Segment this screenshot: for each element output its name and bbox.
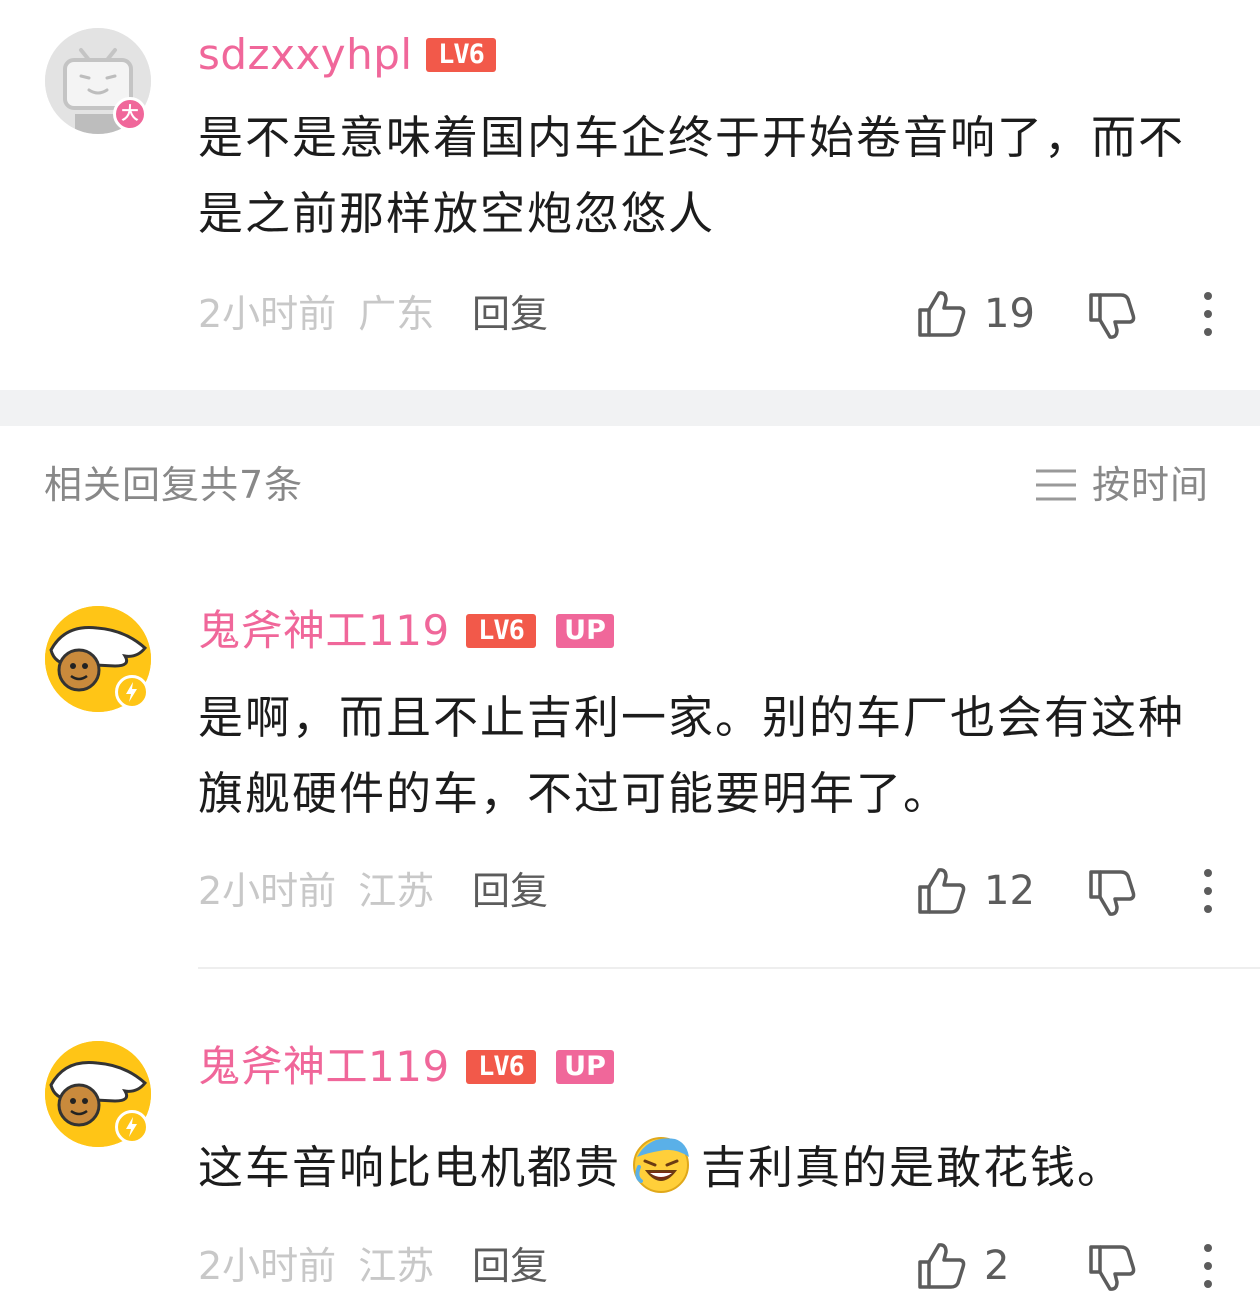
more-options-icon[interactable] bbox=[1196, 1240, 1220, 1292]
level-badge: LV6 bbox=[466, 614, 536, 648]
thumbs-down-icon[interactable] bbox=[1086, 290, 1138, 342]
up-badge-label: UP bbox=[564, 615, 606, 646]
comment-location: 江苏 bbox=[358, 1244, 435, 1288]
lightning-icon bbox=[126, 682, 137, 702]
lightning-badge bbox=[115, 675, 149, 709]
reply-button[interactable]: 回复 bbox=[472, 1241, 548, 1291]
vip-badge-label: 大 bbox=[121, 104, 139, 124]
lightning-icon bbox=[126, 1117, 137, 1137]
comment-meta: 2小时前 江苏 bbox=[198, 1241, 434, 1291]
lightning-badge bbox=[115, 1110, 149, 1144]
like-count: 2 bbox=[984, 1243, 1010, 1289]
comment-text-part: 吉利真的是敢花钱。 bbox=[701, 1141, 1125, 1194]
like-count: 19 bbox=[984, 291, 1035, 337]
level-badge-label: LV6 bbox=[438, 39, 485, 70]
vip-badge: 大 bbox=[113, 97, 147, 131]
level-badge-label: LV6 bbox=[478, 1051, 525, 1082]
up-badge-label: UP bbox=[564, 1051, 606, 1082]
reply-button[interactable]: 回复 bbox=[472, 866, 548, 916]
level-badge: LV6 bbox=[426, 38, 496, 72]
like-count: 12 bbox=[984, 868, 1035, 914]
level-badge-label: LV6 bbox=[478, 615, 525, 646]
comment-thread-page: 大 sdzxxyhpl LV6 是不是意味着国内车企终于开始卷音响了，而不是之前… bbox=[0, 0, 1260, 1299]
thumbs-down-icon[interactable] bbox=[1086, 867, 1138, 919]
comment-text: 是不是意味着国内车企终于开始卷音响了，而不是之前那样放空炮忽悠人 bbox=[198, 111, 1186, 240]
username[interactable]: 鬼斧神工119 bbox=[198, 1042, 450, 1092]
comment-meta: 2小时前 广东 bbox=[198, 289, 434, 339]
comment-text-part: 这车音响比电机都贵 bbox=[198, 1141, 622, 1194]
comment-time: 2小时前 bbox=[198, 869, 337, 913]
up-badge: UP bbox=[556, 1050, 614, 1084]
sort-label: 按时间 bbox=[1092, 463, 1210, 507]
related-replies-title: 相关回复共7条 bbox=[44, 463, 304, 507]
comment-location: 江苏 bbox=[358, 869, 435, 913]
username[interactable]: sdzxxyhpl bbox=[198, 30, 413, 80]
comment-text: 是啊，而且不止吉利一家。别的车厂也会有这种旗舰硬件的车，不过可能要明年了。 bbox=[198, 691, 1186, 820]
reply-button[interactable]: 回复 bbox=[472, 289, 548, 339]
thumbs-up-icon[interactable] bbox=[916, 865, 968, 917]
sort-lines-icon bbox=[1036, 469, 1076, 501]
sort-by-time-button[interactable]: 按时间 bbox=[1034, 460, 1224, 510]
section-separator bbox=[0, 390, 1260, 426]
comment-meta: 2小时前 江苏 bbox=[198, 866, 434, 916]
comment-time: 2小时前 bbox=[198, 292, 337, 336]
more-options-icon[interactable] bbox=[1196, 288, 1220, 340]
thumbs-up-icon[interactable] bbox=[916, 1240, 968, 1292]
comment-text: 这车音响比电机都贵 吉利真的是敢花钱。 bbox=[198, 1130, 1228, 1206]
username[interactable]: 鬼斧神工119 bbox=[198, 606, 450, 656]
level-badge: LV6 bbox=[466, 1050, 536, 1084]
thumbs-up-icon[interactable] bbox=[916, 288, 968, 340]
comment-location: 广东 bbox=[358, 292, 435, 336]
comment-time: 2小时前 bbox=[198, 1244, 337, 1288]
up-badge: UP bbox=[556, 614, 614, 648]
thumbs-down-icon[interactable] bbox=[1086, 1242, 1138, 1294]
more-options-icon[interactable] bbox=[1196, 865, 1220, 917]
laughing-crying-emoji-icon bbox=[633, 1137, 690, 1193]
reply-divider bbox=[198, 967, 1260, 969]
